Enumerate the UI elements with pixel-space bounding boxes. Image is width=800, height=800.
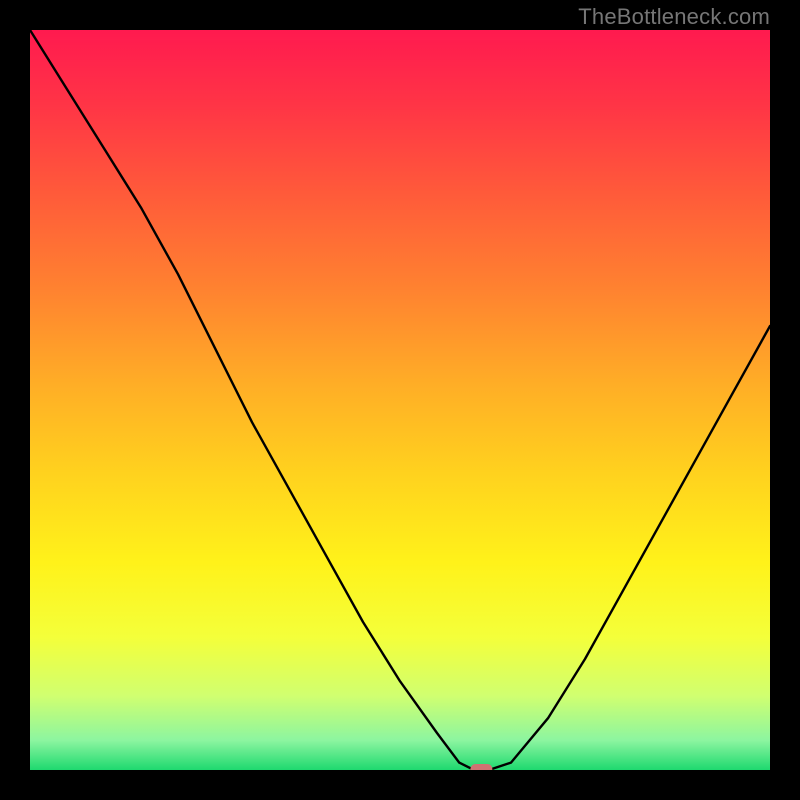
gradient-background <box>30 30 770 770</box>
chart-container: TheBottleneck.com <box>0 0 800 800</box>
optimal-marker <box>470 764 492 770</box>
plot-area <box>30 30 770 770</box>
bottleneck-chart <box>30 30 770 770</box>
watermark-text: TheBottleneck.com <box>578 4 770 30</box>
